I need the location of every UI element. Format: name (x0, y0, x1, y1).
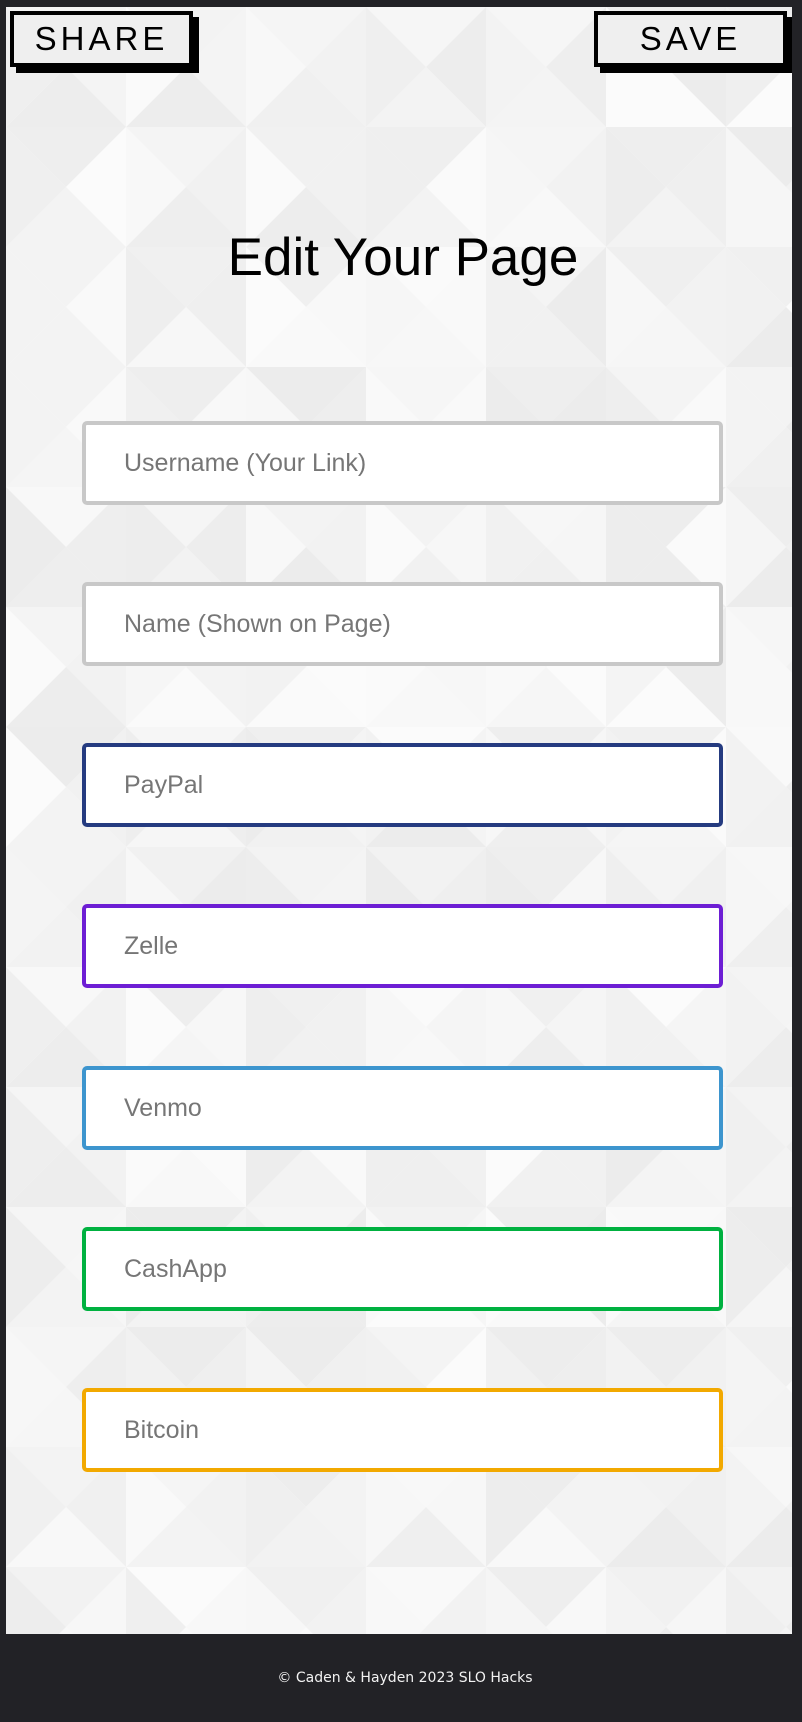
venmo-input[interactable] (82, 1066, 723, 1150)
footer-copyright: © Caden & Hayden 2023 SLO Hacks (277, 1670, 533, 1686)
share-button[interactable]: SHARE (10, 11, 193, 67)
username-input[interactable] (82, 421, 723, 505)
bitcoin-input[interactable] (82, 1388, 723, 1472)
name-input[interactable] (82, 582, 723, 666)
save-button[interactable]: SAVE (594, 11, 787, 67)
page-frame: SHARE SAVE Edit Your Page (6, 7, 792, 1634)
paypal-input[interactable] (82, 743, 723, 827)
page-title: Edit Your Page (227, 228, 579, 287)
cashapp-input[interactable] (82, 1227, 723, 1311)
zelle-input[interactable] (82, 904, 723, 988)
footer: © Caden & Hayden 2023 SLO Hacks (0, 1634, 802, 1722)
